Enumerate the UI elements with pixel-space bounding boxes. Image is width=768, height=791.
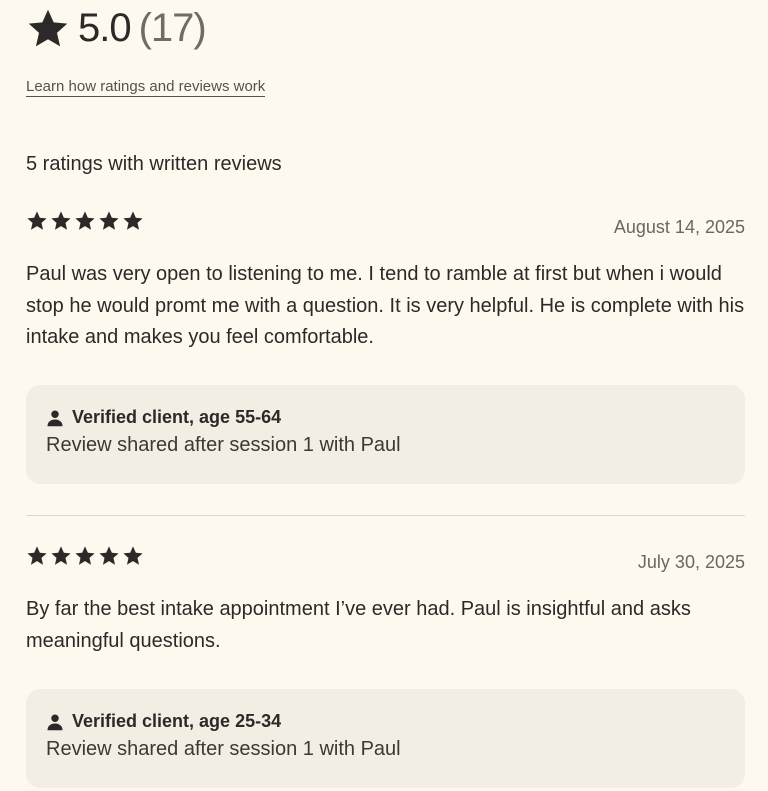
person-icon [47,410,63,426]
verified-client-row: Verified client, age 25-34 [46,711,725,732]
session-info: Review shared after session 1 with Paul [46,738,401,760]
verified-client-label: Verified client, age 55-64 [72,407,282,427]
star-icon [27,211,47,230]
star-icon [75,211,95,230]
star-icon [27,546,47,565]
rating-score: 5.0 [78,6,132,50]
review-date: August 14, 2025 [613,217,745,237]
star-icon [123,211,143,230]
review-card: July 30, 2025 By far the best intake app… [26,545,745,788]
star-icon [28,9,68,46]
star-icon [51,211,71,230]
star-icon [51,546,71,565]
star-icon [123,546,143,565]
review-meta: Verified client, age 25-34 Review shared… [26,689,745,788]
review-text: By far the best intake appointment I’ve … [26,598,691,652]
verified-client-label: Verified client, age 25-34 [72,711,282,731]
person-icon [47,714,63,730]
rating-count: (17) [138,6,207,50]
star-icon [75,546,95,565]
learn-ratings-link[interactable]: Learn how ratings and reviews work [26,78,266,97]
review-card: August 14, 2025 Paul was very open to li… [26,210,745,484]
section-title: 5 ratings with written reviews [26,153,282,175]
divider [26,515,745,516]
star-icon [99,211,119,230]
session-info: Review shared after session 1 with Paul [46,434,401,456]
review-text: Paul was very open to listening to me. I… [26,263,745,348]
review-meta: Verified client, age 55-64 Review shared… [26,385,745,484]
verified-client-row: Verified client, age 55-64 [46,407,725,428]
star-icon [99,546,119,565]
rating-summary: 5.0 (17) [26,6,207,51]
review-date: July 30, 2025 [637,552,745,572]
